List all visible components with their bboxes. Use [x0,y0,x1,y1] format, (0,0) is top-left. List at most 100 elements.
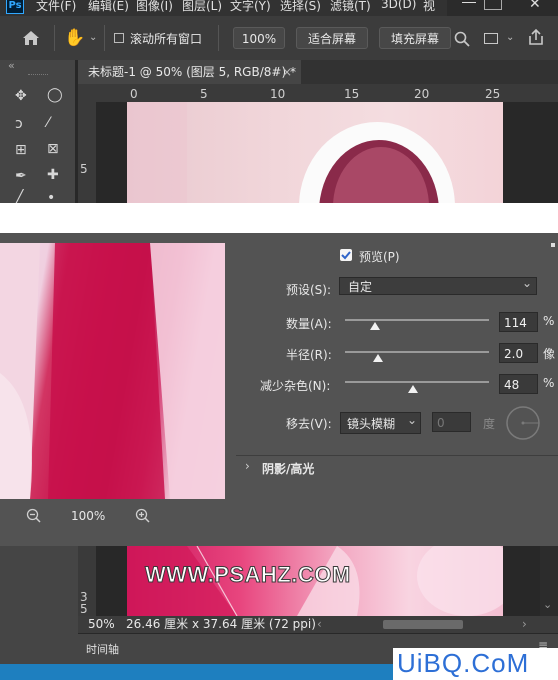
chevron-down-icon[interactable]: ⌄ [89,32,97,43]
marquee-tool-icon[interactable]: ◯ [47,87,63,103]
amount-unit: % [543,314,555,328]
angle-input[interactable]: 0 [432,412,471,432]
magic-wand-icon[interactable]: ⁄ [47,115,49,131]
remove-value: 镜头模糊 [347,417,396,431]
maximize-icon[interactable] [484,0,502,10]
frame-tool-icon[interactable]: ⊠ [47,141,59,157]
menu-type[interactable]: 文字(Y) [230,0,271,14]
scroll-all-label: 滚动所有窗口 [130,32,203,46]
amount-input[interactable]: 114 [499,312,538,332]
ruler-tick: 20 [414,87,430,101]
noise-label: 减少杂色(N): [260,379,331,393]
home-icon[interactable] [22,30,40,46]
eyedropper-icon[interactable]: ✒ [15,168,27,184]
scroll-left-icon[interactable]: ‹ [317,616,322,633]
radius-unit: 像 [543,347,556,361]
watermark-text: WWW.PSAHZ.COM [145,562,351,588]
preview-checkbox[interactable] [340,249,352,261]
ruler-v-tick: 5 [80,602,88,616]
menu-select[interactable]: 选择(S) [280,0,321,14]
move-tool-icon[interactable]: ✥ [15,88,27,104]
radius-slider[interactable] [345,351,489,353]
options-bar: ✋ ⌄ 滚动所有窗口 100% 适合屏幕 填充屏幕 ⌄ [0,16,558,61]
horizontal-scroll-thumb[interactable] [383,620,463,629]
status-zoom[interactable]: 50% [88,616,115,633]
radius-slider-thumb[interactable] [373,354,383,362]
noise-input[interactable]: 48 [499,374,538,394]
vertical-ruler: 5 [78,102,96,203]
document-tab-title: 未标题-1 @ 50% (图层 5, RGB/8#) * [88,65,296,79]
preset-select[interactable]: 自定 ⌄ [339,276,537,295]
noise-unit: % [543,376,555,390]
lasso-tool-icon[interactable]: ↄ [15,116,23,132]
close-icon[interactable]: ✕ [529,0,541,12]
vertical-scrollbar[interactable]: ⌄ [540,546,558,616]
ruler-tick: 15 [344,87,360,101]
scroll-all-checkbox[interactable] [114,33,124,43]
zoom-in-icon[interactable] [135,508,151,524]
zoom-out-icon[interactable] [26,508,42,524]
menu-filter[interactable]: 滤镜(T) [330,0,371,14]
timeline-tab[interactable]: 时间轴 [86,641,119,657]
shadow-highlight-section[interactable]: 阴影/高光 [262,460,314,477]
ruler-tick: 5 [200,87,208,101]
preset-label: 预设(S): [286,283,332,297]
workspace-icon[interactable] [484,33,498,44]
scroll-down-icon[interactable]: ⌄ [543,598,552,611]
noise-slider-thumb[interactable] [408,385,418,393]
status-bar: 50% 26.46 厘米 x 37.64 厘米 (72 ppi) ‹ › [78,616,558,633]
menu-bar: Ps 文件(F) 编辑(E) 图像(I) 图层(L) 文字(Y) 选择(S) 滤… [0,0,558,16]
expand-chevron-icon[interactable]: › [245,459,250,473]
radius-label: 半径(R): [286,348,332,362]
tab-close-icon[interactable]: × [282,60,292,84]
remove-select[interactable]: 镜头模糊 ⌄ [340,412,421,434]
remove-label: 移去(V): [286,417,332,431]
hand-tool-icon[interactable]: ✋ [64,28,85,48]
preview-photo [0,243,225,499]
filter-preview[interactable] [0,243,225,499]
portrait-photo-top [127,102,455,203]
status-doc-size: 26.46 厘米 x 37.64 厘米 (72 ppi) [126,617,316,631]
menu-3d[interactable]: 3D(D) [381,0,416,11]
dialog-corner-icon [551,243,555,247]
photoshop-logo: Ps [6,0,24,14]
toolbox: « ✥ ◯ ↄ ⁄ ⊞ ⊠ ✒ ✚ ╱ • [0,59,75,206]
preset-chevron-icon: ⌄ [521,276,532,290]
collapse-icon[interactable]: « [8,59,15,72]
corner-logo: UiBQ.CoM [397,648,530,678]
healing-brush-icon[interactable]: ✚ [47,167,59,183]
search-icon[interactable] [454,31,470,47]
minimize-icon[interactable] [462,2,476,3]
angle-unit: 度 [483,417,496,431]
menu-file[interactable]: 文件(F) [36,0,76,14]
menu-layer[interactable]: 图层(L) [182,0,222,14]
toolbox-bottom [0,546,78,680]
amount-slider[interactable] [345,319,489,321]
noise-slider[interactable] [345,381,489,383]
menu-image[interactable]: 图像(I) [136,0,173,14]
menu-edit[interactable]: 编辑(E) [88,0,129,14]
ruler-tick: 25 [485,87,501,101]
radius-input[interactable]: 2.0 [499,343,538,363]
vertical-ruler-bottom: 3 5 [78,546,96,616]
crop-tool-icon[interactable]: ⊞ [15,142,27,158]
document-tab[interactable]: 未标题-1 @ 50% (图层 5, RGB/8#) * × [78,60,301,84]
section-gap [0,203,558,233]
amount-slider-thumb[interactable] [370,322,380,330]
share-icon[interactable] [527,28,545,46]
zoom-percent-field[interactable]: 100% [233,27,285,49]
preset-value: 自定 [348,280,373,294]
workspace-chevron-icon[interactable]: ⌄ [506,32,514,43]
angle-dial-icon[interactable] [505,405,541,441]
canvas-image[interactable] [127,102,503,203]
fill-screen-button[interactable]: 填充屏幕 [379,27,451,49]
scroll-right-icon[interactable]: › [522,616,527,633]
remove-chevron-icon: ⌄ [406,413,417,427]
ruler-tick: 0 [130,87,138,101]
preview-zoom-value: 100% [71,509,106,523]
menu-view[interactable]: 视 [423,0,435,14]
fit-screen-button[interactable]: 适合屏幕 [296,27,368,49]
ruler-v-tick: 5 [80,162,88,176]
preview-label: 预览(P) [359,250,400,264]
window-controls: ✕ [447,0,558,16]
